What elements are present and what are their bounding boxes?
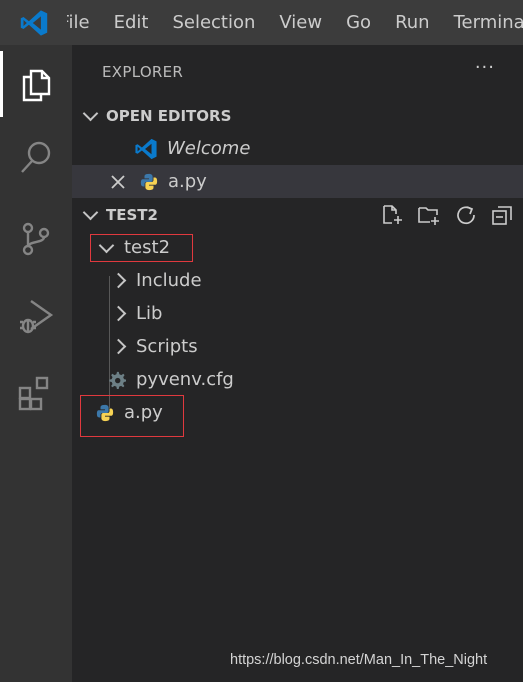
menu-terminal[interactable]: Terminal <box>454 0 523 45</box>
open-editor-label: Welcome <box>167 138 251 159</box>
tree-file-pyvenv[interactable]: pyvenv.cfg <box>72 363 523 396</box>
open-editor-label: a.py <box>168 171 207 192</box>
tree-folder-scripts[interactable]: Scripts <box>72 330 523 363</box>
open-editors-header[interactable]: OPEN EDITORS <box>72 99 523 132</box>
explorer-sidebar: EXPLORER ··· OPEN EDITORS Welcome a.py T… <box>72 45 523 682</box>
explorer-title: EXPLORER <box>102 63 184 81</box>
vscode-logo-icon <box>0 0 67 45</box>
new-folder-icon[interactable] <box>417 204 441 226</box>
vscode-icon <box>134 137 158 161</box>
refresh-icon[interactable] <box>455 204 477 226</box>
tree-item-label: Include <box>136 270 202 291</box>
workspace-header[interactable]: TEST2 <box>72 198 523 231</box>
chevron-down-icon <box>82 204 99 220</box>
python-icon <box>140 173 158 191</box>
open-editor-a-py[interactable]: a.py <box>72 165 523 198</box>
search-icon[interactable] <box>0 117 72 197</box>
chevron-right-icon <box>110 305 127 322</box>
highlight-box <box>80 395 184 437</box>
menu-go[interactable]: Go <box>346 0 371 45</box>
watermark: https://blog.csdn.net/Man_In_The_Night <box>230 652 488 668</box>
chevron-right-icon <box>110 338 127 355</box>
workspace-title: TEST2 <box>106 205 158 224</box>
highlight-box <box>90 234 193 262</box>
tree-folder-lib[interactable]: Lib <box>72 297 523 330</box>
menu-edit[interactable]: Edit <box>114 0 149 45</box>
source-control-icon[interactable] <box>0 199 72 279</box>
gear-icon <box>108 371 126 389</box>
chevron-down-icon <box>82 105 99 121</box>
tree-item-label: Scripts <box>136 336 198 357</box>
open-editor-welcome[interactable]: Welcome <box>72 132 523 165</box>
menu-file[interactable]: File <box>67 0 89 45</box>
more-actions-icon[interactable]: ··· <box>475 57 495 78</box>
close-icon[interactable] <box>110 174 126 190</box>
tree-item-label: pyvenv.cfg <box>136 369 234 390</box>
collapse-all-icon[interactable] <box>491 204 513 226</box>
workspace-actions <box>381 198 513 231</box>
files-icon[interactable] <box>0 45 72 125</box>
activity-bar <box>0 45 72 682</box>
chevron-right-icon <box>110 272 127 289</box>
menu-run[interactable]: Run <box>395 0 430 45</box>
run-debug-icon[interactable] <box>0 276 72 356</box>
tree-item-label: Lib <box>136 303 163 324</box>
menu-selection[interactable]: Selection <box>172 0 255 45</box>
new-file-icon[interactable] <box>381 204 403 226</box>
extensions-icon[interactable] <box>0 353 72 433</box>
menu-bar: File Edit Selection View Go Run Terminal <box>67 0 523 45</box>
open-editors-title: OPEN EDITORS <box>106 106 232 125</box>
menu-view[interactable]: View <box>279 0 322 45</box>
title-bar: File Edit Selection View Go Run Terminal <box>0 0 523 45</box>
tree-folder-include[interactable]: Include <box>72 264 523 297</box>
